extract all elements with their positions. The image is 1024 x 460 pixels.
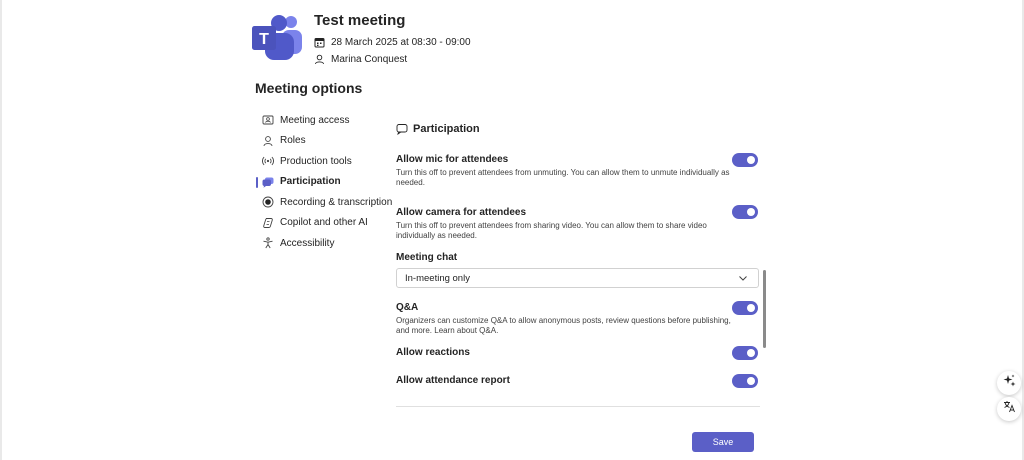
chat-bubble-icon <box>396 123 408 135</box>
option-attendance-report: Allow attendance report <box>396 375 736 387</box>
option-description: Turn this off to prevent attendees from … <box>396 221 707 240</box>
toggle-allow-mic[interactable] <box>732 153 758 167</box>
option-allow-mic: Allow mic for attendees Turn this off to… <box>396 154 736 188</box>
nav-item-copilot[interactable]: Copilot and other AI <box>255 213 395 234</box>
teams-logo-icon: T <box>252 14 304 60</box>
option-description: Turn this off to prevent attendees from … <box>396 168 730 187</box>
toggle-allow-camera[interactable] <box>732 205 758 219</box>
meeting-organizer: Marina Conquest <box>331 54 408 65</box>
record-icon <box>262 196 274 208</box>
copilot-icon <box>262 217 274 229</box>
select-value: In-meeting only <box>405 272 470 284</box>
option-label: Meeting chat <box>396 252 458 263</box>
broadcast-icon <box>262 155 274 167</box>
toggle-knob <box>747 349 755 357</box>
person-icon <box>262 135 274 147</box>
nav-item-roles[interactable]: Roles <box>255 131 395 152</box>
option-qa: Q&A Organizers can customize Q&A to allo… <box>396 302 736 336</box>
chevron-down-icon <box>738 273 748 283</box>
nav-item-participation[interactable]: Participation <box>255 172 395 193</box>
sparkle-icon <box>1003 374 1016 392</box>
option-allow-camera: Allow camera for attendees Turn this off… <box>396 207 736 241</box>
person-icon <box>314 54 325 65</box>
option-label: Allow reactions <box>396 347 470 358</box>
nav-item-accessibility[interactable]: Accessibility <box>255 233 395 254</box>
option-meeting-chat: Meeting chat <box>396 252 736 264</box>
sparkle-button[interactable] <box>997 371 1021 395</box>
nav-item-label: Copilot and other AI <box>280 217 368 229</box>
meeting-datetime-row: 28 March 2025 at 08:30 - 09:00 <box>314 37 471 48</box>
calendar-icon <box>314 37 325 48</box>
toggle-knob <box>747 208 755 216</box>
panel-title: Participation <box>396 123 480 135</box>
save-button[interactable]: Save <box>692 432 754 452</box>
toggle-allow-reactions[interactable] <box>732 346 758 360</box>
option-allow-reactions: Allow reactions <box>396 347 736 359</box>
window-edge-left <box>0 0 2 460</box>
divider <box>396 406 760 407</box>
translate-button[interactable] <box>997 397 1021 421</box>
toggle-knob <box>747 156 755 164</box>
option-description: Organizers can customize Q&A to allow an… <box>396 316 731 335</box>
nav-item-label: Production tools <box>280 155 352 167</box>
nav-item-meeting-access[interactable]: Meeting access <box>255 110 395 131</box>
nav-item-recording[interactable]: Recording & transcription <box>255 192 395 213</box>
nav-item-label: Roles <box>280 135 306 147</box>
page-title: Meeting options <box>255 80 363 96</box>
toggle-attendance-report[interactable] <box>732 374 758 388</box>
options-nav: Meeting access Roles Production tools Pa… <box>255 110 395 254</box>
svg-text:T: T <box>259 31 269 48</box>
toggle-qa[interactable] <box>732 301 758 315</box>
translate-icon <box>1003 400 1016 418</box>
accessibility-icon <box>262 237 274 249</box>
option-label: Q&A <box>396 302 419 313</box>
panel-title-label: Participation <box>413 123 480 135</box>
toggle-knob <box>747 304 755 312</box>
option-label: Allow mic for attendees <box>396 154 509 165</box>
meeting-title: Test meeting <box>314 12 406 29</box>
nav-item-label: Recording & transcription <box>280 196 393 208</box>
active-indicator <box>256 176 258 188</box>
toggle-knob <box>747 377 755 385</box>
option-label: Allow attendance report <box>396 375 510 386</box>
meeting-organizer-row: Marina Conquest <box>314 54 407 65</box>
panel-scrollbar[interactable] <box>763 270 766 348</box>
nav-item-production-tools[interactable]: Production tools <box>255 151 395 172</box>
chat-bubbles-icon <box>262 176 274 188</box>
nav-item-label: Meeting access <box>280 114 350 126</box>
meeting-access-icon <box>262 114 274 126</box>
nav-item-label: Participation <box>280 176 341 188</box>
meeting-datetime: 28 March 2025 at 08:30 - 09:00 <box>331 37 471 48</box>
option-label: Allow camera for attendees <box>396 207 527 218</box>
meeting-chat-select[interactable]: In-meeting only <box>396 268 759 288</box>
nav-item-label: Accessibility <box>280 237 335 249</box>
